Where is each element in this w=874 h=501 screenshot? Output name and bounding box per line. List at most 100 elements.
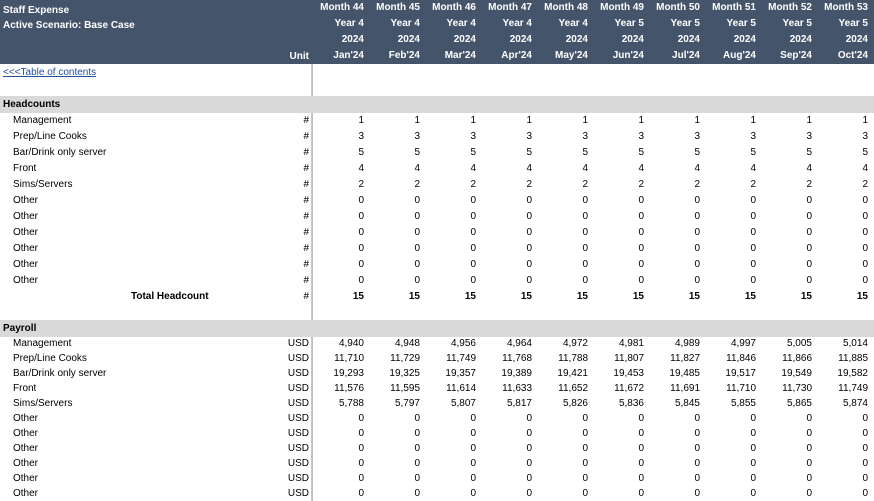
cell-value[interactable]: 19,485 bbox=[646, 366, 700, 381]
cell-value[interactable]: 0 bbox=[478, 486, 532, 501]
cell-value[interactable]: 0 bbox=[366, 225, 420, 241]
cell-value[interactable]: 0 bbox=[702, 241, 756, 257]
cell-value[interactable]: 0 bbox=[590, 257, 644, 273]
cell-value[interactable]: 0 bbox=[478, 426, 532, 441]
cell-value[interactable]: 19,517 bbox=[702, 366, 756, 381]
cell-value[interactable]: 4 bbox=[646, 161, 700, 177]
cell-value[interactable]: 2 bbox=[646, 177, 700, 193]
cell-value[interactable]: 5,014 bbox=[814, 336, 868, 351]
cell-value[interactable]: 0 bbox=[702, 456, 756, 471]
cell-value[interactable]: 4 bbox=[702, 161, 756, 177]
cell-value[interactable]: 0 bbox=[758, 441, 812, 456]
cell-value[interactable]: 0 bbox=[310, 241, 364, 257]
cell-value[interactable]: 0 bbox=[590, 471, 644, 486]
cell-value[interactable]: 0 bbox=[590, 209, 644, 225]
cell-value[interactable]: 2 bbox=[534, 177, 588, 193]
cell-value[interactable]: 3 bbox=[758, 129, 812, 145]
cell-value[interactable]: 3 bbox=[310, 129, 364, 145]
cell-value[interactable]: 0 bbox=[814, 411, 868, 426]
cell-value[interactable]: 0 bbox=[422, 411, 476, 426]
cell-value[interactable]: 19,389 bbox=[478, 366, 532, 381]
cell-value[interactable]: 11,595 bbox=[366, 381, 420, 396]
cell-value[interactable]: 0 bbox=[422, 456, 476, 471]
cell-value[interactable]: 11,749 bbox=[422, 351, 476, 366]
cell-value[interactable]: 0 bbox=[366, 241, 420, 257]
cell-value[interactable]: 0 bbox=[814, 441, 868, 456]
cell-value[interactable]: 0 bbox=[310, 441, 364, 456]
cell-value[interactable]: 0 bbox=[702, 426, 756, 441]
cell-value[interactable]: 0 bbox=[646, 441, 700, 456]
cell-value[interactable]: 0 bbox=[366, 426, 420, 441]
cell-value[interactable]: 5,005 bbox=[758, 336, 812, 351]
cell-value[interactable]: 0 bbox=[310, 486, 364, 501]
cell-value[interactable]: 0 bbox=[478, 209, 532, 225]
cell-value[interactable]: 11,614 bbox=[422, 381, 476, 396]
cell-value[interactable]: 1 bbox=[814, 113, 868, 129]
cell-value[interactable]: 5 bbox=[310, 145, 364, 161]
cell-value[interactable]: 1 bbox=[310, 113, 364, 129]
cell-value[interactable]: 5 bbox=[646, 145, 700, 161]
cell-value[interactable]: 0 bbox=[758, 193, 812, 209]
cell-value[interactable]: 0 bbox=[590, 225, 644, 241]
cell-value[interactable]: 11,633 bbox=[478, 381, 532, 396]
cell-value[interactable]: 0 bbox=[702, 273, 756, 289]
cell-value[interactable]: 4,940 bbox=[310, 336, 364, 351]
cell-value[interactable]: 0 bbox=[702, 257, 756, 273]
cell-value[interactable]: 5 bbox=[366, 145, 420, 161]
cell-value[interactable]: 0 bbox=[366, 411, 420, 426]
cell-value[interactable]: 0 bbox=[310, 273, 364, 289]
cell-value[interactable]: 2 bbox=[590, 177, 644, 193]
cell-value[interactable]: 11,749 bbox=[814, 381, 868, 396]
cell-value[interactable]: 0 bbox=[758, 225, 812, 241]
cell-value[interactable]: 0 bbox=[702, 193, 756, 209]
cell-value[interactable]: 5,807 bbox=[422, 396, 476, 411]
cell-value[interactable]: 5,836 bbox=[590, 396, 644, 411]
cell-value[interactable]: 0 bbox=[478, 257, 532, 273]
cell-value[interactable]: 0 bbox=[366, 471, 420, 486]
cell-value[interactable]: 0 bbox=[758, 257, 812, 273]
total-value[interactable]: 15 bbox=[646, 289, 700, 305]
cell-value[interactable]: 0 bbox=[534, 471, 588, 486]
cell-value[interactable]: 0 bbox=[534, 426, 588, 441]
cell-value[interactable]: 0 bbox=[534, 411, 588, 426]
cell-value[interactable]: 0 bbox=[534, 441, 588, 456]
cell-value[interactable]: 1 bbox=[422, 113, 476, 129]
cell-value[interactable]: 11,672 bbox=[590, 381, 644, 396]
cell-value[interactable]: 3 bbox=[646, 129, 700, 145]
cell-value[interactable]: 5,817 bbox=[478, 396, 532, 411]
cell-value[interactable]: 0 bbox=[478, 241, 532, 257]
cell-value[interactable]: 3 bbox=[534, 129, 588, 145]
cell-value[interactable]: 3 bbox=[814, 129, 868, 145]
cell-value[interactable]: 4,964 bbox=[478, 336, 532, 351]
cell-value[interactable]: 0 bbox=[422, 225, 476, 241]
cell-value[interactable]: 0 bbox=[646, 426, 700, 441]
cell-value[interactable]: 0 bbox=[534, 225, 588, 241]
cell-value[interactable]: 0 bbox=[422, 209, 476, 225]
cell-value[interactable]: 0 bbox=[758, 456, 812, 471]
cell-value[interactable]: 0 bbox=[702, 411, 756, 426]
cell-value[interactable]: 3 bbox=[478, 129, 532, 145]
cell-value[interactable]: 0 bbox=[646, 273, 700, 289]
total-value[interactable]: 15 bbox=[758, 289, 812, 305]
cell-value[interactable]: 0 bbox=[590, 456, 644, 471]
cell-value[interactable]: 11,788 bbox=[534, 351, 588, 366]
cell-value[interactable]: 11,807 bbox=[590, 351, 644, 366]
cell-value[interactable]: 0 bbox=[646, 209, 700, 225]
cell-value[interactable]: 19,549 bbox=[758, 366, 812, 381]
cell-value[interactable]: 0 bbox=[702, 225, 756, 241]
total-value[interactable]: 15 bbox=[478, 289, 532, 305]
cell-value[interactable]: 3 bbox=[422, 129, 476, 145]
cell-value[interactable]: 0 bbox=[590, 193, 644, 209]
cell-value[interactable]: 4 bbox=[758, 161, 812, 177]
cell-value[interactable]: 4 bbox=[310, 161, 364, 177]
cell-value[interactable]: 19,293 bbox=[310, 366, 364, 381]
cell-value[interactable]: 0 bbox=[758, 241, 812, 257]
cell-value[interactable]: 0 bbox=[646, 486, 700, 501]
cell-value[interactable]: 0 bbox=[590, 426, 644, 441]
cell-value[interactable]: 19,325 bbox=[366, 366, 420, 381]
cell-value[interactable]: 0 bbox=[366, 209, 420, 225]
cell-value[interactable]: 4 bbox=[478, 161, 532, 177]
cell-value[interactable]: 0 bbox=[366, 456, 420, 471]
cell-value[interactable]: 11,885 bbox=[814, 351, 868, 366]
cell-value[interactable]: 0 bbox=[534, 486, 588, 501]
